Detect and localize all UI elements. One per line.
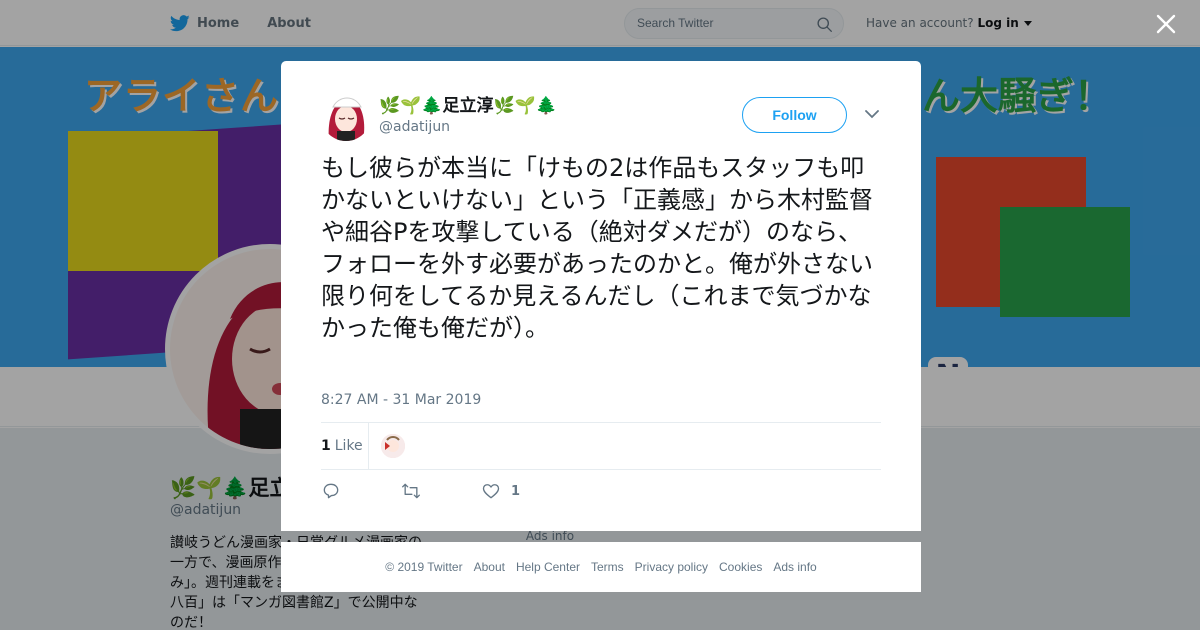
- chevron-down-icon[interactable]: [865, 109, 879, 119]
- tweet-text: もし彼らが本当に「けもの2は作品もスタッフも叩かないといけない」という「正義感」…: [321, 154, 873, 342]
- retweet-icon: [402, 483, 420, 499]
- tweet-stats: 1 Like: [321, 422, 881, 470]
- likes-stat[interactable]: 1 Like: [321, 438, 363, 454]
- author-avatar-illustration: [321, 91, 371, 141]
- liker-avatar-illustration: [381, 434, 405, 458]
- footer-link-terms[interactable]: Terms: [591, 560, 624, 574]
- footer-link-about[interactable]: About: [474, 560, 505, 574]
- likes-label: Like: [334, 438, 363, 454]
- close-icon[interactable]: [1154, 12, 1178, 36]
- tweet-author-avatar[interactable]: [321, 91, 371, 141]
- footer-copyright: © 2019 Twitter: [385, 560, 463, 574]
- liker-avatar[interactable]: [381, 434, 405, 458]
- modal-footer: © 2019 Twitter About Help Center Terms P…: [281, 542, 921, 592]
- like-action[interactable]: 1: [481, 481, 520, 501]
- footer-link-ads-info[interactable]: Ads info: [773, 560, 816, 574]
- likes-count: 1: [321, 438, 331, 454]
- footer-link-cookies[interactable]: Cookies: [719, 560, 762, 574]
- heart-icon: [482, 484, 500, 499]
- retweet-action[interactable]: [401, 481, 421, 501]
- reply-icon: [323, 483, 339, 499]
- like-action-count: 1: [511, 483, 521, 499]
- footer-link-help-center[interactable]: Help Center: [516, 560, 580, 574]
- footer-link-privacy[interactable]: Privacy policy: [635, 560, 708, 574]
- tweet-author-handle[interactable]: @adatijun: [379, 119, 450, 135]
- follow-button[interactable]: Follow: [742, 97, 847, 133]
- reply-action[interactable]: [321, 481, 341, 501]
- tweet-timestamp[interactable]: 8:27 AM - 31 Mar 2019: [321, 392, 481, 408]
- tweet-modal: 🌿🌱🌲足立淳🌿🌱🌲 @adatijun Follow もし彼らが本当に「けもの2…: [281, 61, 921, 531]
- stat-divider: [368, 423, 369, 470]
- tweet-author-name[interactable]: 🌿🌱🌲足立淳🌿🌱🌲: [379, 91, 557, 116]
